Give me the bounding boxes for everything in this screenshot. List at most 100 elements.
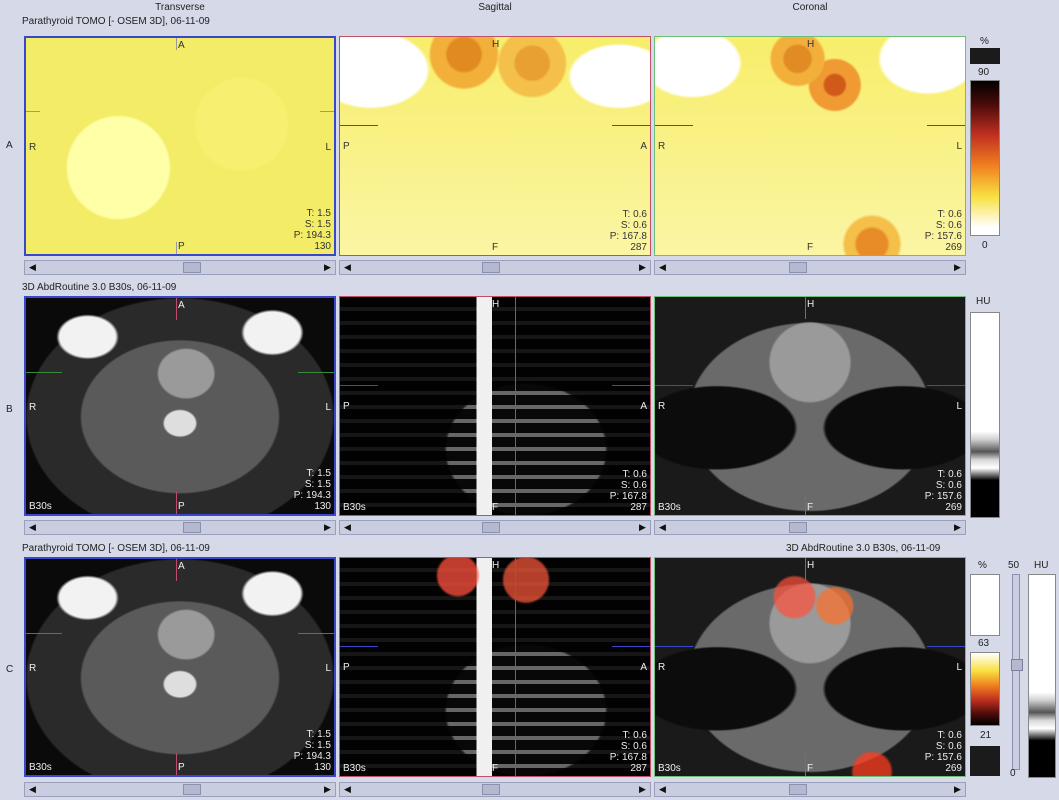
- orient-bottom: F: [807, 763, 814, 774]
- fusion-colorbar-min-box: [970, 746, 1000, 776]
- scroll-thumb[interactable]: [482, 522, 500, 533]
- orient-bottom: F: [492, 242, 499, 253]
- orient-left: R: [658, 401, 666, 412]
- triangle-left-icon[interactable]: ◀: [25, 261, 40, 274]
- triangle-left-icon[interactable]: ◀: [655, 261, 670, 274]
- slice-info: T: 1.5 S: 1.5 P: 194.3 130: [293, 729, 331, 773]
- triangle-right-icon[interactable]: ▶: [320, 521, 335, 534]
- slice-info: T: 0.6 S: 0.6 P: 167.8 287: [609, 469, 647, 513]
- triangle-right-icon[interactable]: ▶: [320, 783, 335, 796]
- row-c-coronal-view[interactable]: H R L F B30s T: 0.6 S: 0.6 P: 157.6 269: [654, 557, 966, 777]
- orient-bottom: F: [492, 763, 499, 774]
- row-c-transverse-view[interactable]: A R L P B30s T: 1.5 S: 1.5 P: 194.3 130: [24, 557, 336, 777]
- triangle-right-icon[interactable]: ▶: [635, 261, 650, 274]
- triangle-right-icon[interactable]: ▶: [950, 783, 965, 796]
- triangle-left-icon[interactable]: ◀: [655, 783, 670, 796]
- series-label: B30s: [343, 763, 366, 774]
- scroll-thumb[interactable]: [183, 262, 201, 273]
- row-b-label: B: [6, 404, 13, 415]
- orient-left: R: [29, 142, 37, 153]
- colorbar-max-box: [970, 48, 1000, 64]
- fusion-hu-colorbar: [1028, 574, 1056, 778]
- row-c-sagittal-scrollbar[interactable]: ◀ ▶: [339, 782, 651, 797]
- slice-info: T: 0.6 S: 0.6 P: 157.6 269: [924, 730, 962, 774]
- row-a-label: A: [6, 140, 13, 151]
- row-b-transverse-scrollbar[interactable]: ◀ ▶: [24, 520, 336, 535]
- series-label: B30s: [29, 501, 52, 512]
- orient-right: L: [325, 142, 331, 153]
- spect-colorbar: [970, 80, 1000, 236]
- orient-right: A: [640, 141, 647, 152]
- scroll-thumb[interactable]: [183, 784, 201, 795]
- blend-slider-thumb[interactable]: [1011, 659, 1023, 671]
- slice-info: T: 1.5 S: 1.5 P: 194.3 130: [293, 468, 331, 512]
- row-c-title-right: 3D AbdRoutine 3.0 B30s, 06-11-09: [786, 543, 941, 554]
- row-a-sagittal-scrollbar[interactable]: ◀ ▶: [339, 260, 651, 275]
- triangle-left-icon[interactable]: ◀: [655, 521, 670, 534]
- series-label: B30s: [29, 762, 52, 773]
- colorbar-min: 0: [982, 240, 988, 251]
- orient-left: R: [658, 141, 666, 152]
- orient-right: L: [325, 402, 331, 413]
- row-c-title: Parathyroid TOMO [- OSEM 3D], 06-11-09: [22, 543, 210, 554]
- hu-colorbar-unit: HU: [976, 296, 991, 307]
- scroll-thumb[interactable]: [482, 262, 500, 273]
- fusion-hu-unit: HU: [1034, 560, 1049, 571]
- orient-bottom: P: [178, 501, 185, 512]
- triangle-left-icon[interactable]: ◀: [340, 521, 355, 534]
- orient-top: H: [492, 39, 500, 50]
- scroll-thumb[interactable]: [482, 784, 500, 795]
- spect-ct-fusion-overlay: [340, 558, 650, 776]
- orient-left: R: [658, 662, 666, 673]
- orient-bottom: P: [178, 241, 185, 252]
- row-b-coronal-view[interactable]: H R L F B30s T: 0.6 S: 0.6 P: 157.6 269: [654, 296, 966, 516]
- orient-left: P: [343, 662, 350, 673]
- fusion-colorbar-min: 21: [980, 730, 992, 741]
- orient-bottom: P: [178, 762, 185, 773]
- triangle-left-icon[interactable]: ◀: [25, 783, 40, 796]
- row-b-coronal-scrollbar[interactable]: ◀ ▶: [654, 520, 966, 535]
- orient-top: H: [807, 560, 815, 571]
- colorbar-max: 90: [978, 67, 990, 78]
- scroll-thumb[interactable]: [789, 784, 807, 795]
- triangle-left-icon[interactable]: ◀: [340, 783, 355, 796]
- blend-slider-min: 0: [1010, 768, 1016, 779]
- triangle-left-icon[interactable]: ◀: [340, 261, 355, 274]
- scroll-thumb[interactable]: [789, 262, 807, 273]
- orient-top: A: [178, 561, 185, 572]
- blend-slider[interactable]: [1011, 574, 1023, 770]
- triangle-right-icon[interactable]: ▶: [950, 261, 965, 274]
- row-a-sagittal-view[interactable]: H P A F T: 0.6 S: 0.6 P: 167.8 287: [339, 36, 651, 256]
- row-b-transverse-view[interactable]: A R L P B30s T: 1.5 S: 1.5 P: 194.3 130: [24, 296, 336, 516]
- triangle-right-icon[interactable]: ▶: [635, 521, 650, 534]
- series-label: B30s: [658, 763, 681, 774]
- orient-right: L: [956, 141, 962, 152]
- row-a-coronal-scrollbar[interactable]: ◀ ▶: [654, 260, 966, 275]
- fusion-colorbar-unit: %: [978, 560, 987, 571]
- row-b-sagittal-scrollbar[interactable]: ◀ ▶: [339, 520, 651, 535]
- orient-top: H: [807, 299, 815, 310]
- row-c-sagittal-view[interactable]: H P A F B30s T: 0.6 S: 0.6 P: 167.8 287: [339, 557, 651, 777]
- fusion-spect-colorbar: [970, 574, 1000, 636]
- slice-info: T: 0.6 S: 0.6 P: 167.8 287: [609, 209, 647, 253]
- row-a-coronal-view[interactable]: H R L F T: 0.6 S: 0.6 P: 157.6 269: [654, 36, 966, 256]
- orient-right: L: [956, 662, 962, 673]
- triangle-right-icon[interactable]: ▶: [950, 521, 965, 534]
- row-a-transverse-view[interactable]: A R L P T: 1.5 S: 1.5 P: 194.3 130: [24, 36, 336, 256]
- slice-info: T: 0.6 S: 0.6 P: 157.6 269: [924, 469, 962, 513]
- scroll-thumb[interactable]: [183, 522, 201, 533]
- triangle-right-icon[interactable]: ▶: [320, 261, 335, 274]
- orient-left: P: [343, 401, 350, 412]
- scroll-thumb[interactable]: [789, 522, 807, 533]
- orient-bottom: F: [807, 502, 814, 513]
- row-a-transverse-scrollbar[interactable]: ◀ ▶: [24, 260, 336, 275]
- orient-top: H: [807, 39, 815, 50]
- triangle-left-icon[interactable]: ◀: [25, 521, 40, 534]
- orient-top: A: [178, 40, 185, 51]
- row-c-transverse-scrollbar[interactable]: ◀ ▶: [24, 782, 336, 797]
- orient-bottom: F: [492, 502, 499, 513]
- triangle-right-icon[interactable]: ▶: [635, 783, 650, 796]
- row-c-coronal-scrollbar[interactable]: ◀ ▶: [654, 782, 966, 797]
- row-b-sagittal-view[interactable]: H P A F B30s T: 0.6 S: 0.6 P: 167.8 287: [339, 296, 651, 516]
- series-label: B30s: [343, 502, 366, 513]
